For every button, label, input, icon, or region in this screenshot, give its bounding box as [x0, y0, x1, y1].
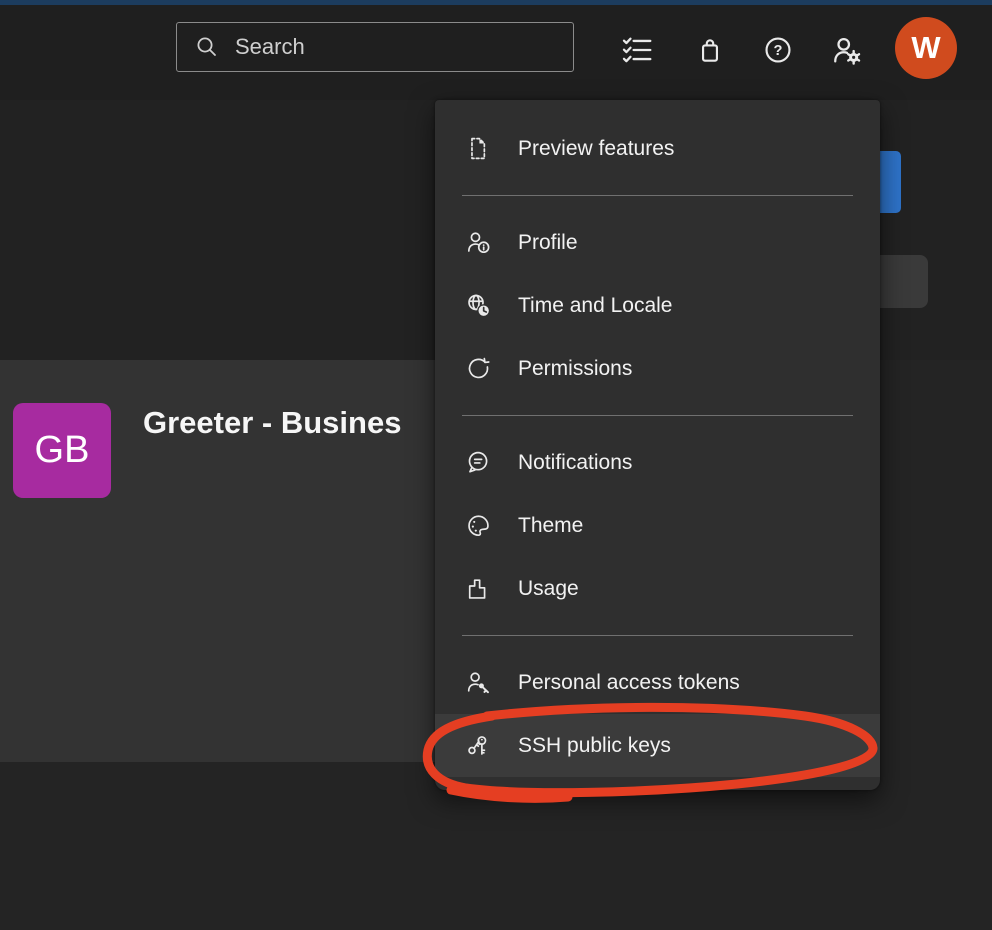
menu-separator: [462, 415, 853, 416]
time-locale-icon: [465, 292, 492, 319]
user-settings-menu: Preview features Profile Time and: [435, 100, 880, 790]
user-settings-icon: [829, 33, 863, 67]
menu-item-theme[interactable]: Theme: [435, 494, 880, 557]
help-button[interactable]: ?: [756, 28, 800, 72]
menu-item-personal-access-tokens[interactable]: Personal access tokens: [435, 651, 880, 714]
svg-text:?: ?: [774, 43, 783, 59]
menu-item-permissions[interactable]: Permissions: [435, 337, 880, 400]
app-window: GB Greeter - Busines ?: [0, 0, 992, 930]
notifications-icon: [465, 449, 492, 476]
menu-item-label: Personal access tokens: [518, 671, 740, 695]
tasklist-button[interactable]: [615, 28, 659, 72]
menu-item-label: SSH public keys: [518, 734, 671, 758]
ssh-public-keys-icon: [465, 732, 492, 759]
marketplace-button[interactable]: [688, 28, 732, 72]
menu-item-ssh-public-keys[interactable]: SSH public keys: [435, 714, 880, 777]
menu-item-label: Time and Locale: [518, 294, 672, 318]
window-accent-strip: [0, 0, 992, 5]
menu-item-label: Notifications: [518, 451, 632, 475]
tasklist-icon: [618, 33, 656, 67]
menu-separator: [462, 635, 853, 636]
menu-item-usage[interactable]: Usage: [435, 557, 880, 620]
menu-item-label: Usage: [518, 577, 579, 601]
menu-item-label: Theme: [518, 514, 583, 538]
menu-item-profile[interactable]: Profile: [435, 211, 880, 274]
search-input[interactable]: [233, 33, 537, 61]
project-title: Greeter - Busines: [143, 405, 435, 445]
usage-icon: [465, 575, 492, 602]
permissions-icon: [465, 355, 492, 382]
menu-item-label: Preview features: [518, 137, 674, 161]
marketplace-bag-icon: [694, 33, 726, 67]
user-settings-button[interactable]: [824, 28, 868, 72]
profile-icon: [465, 229, 492, 256]
project-avatar-tile: GB: [13, 403, 111, 498]
help-icon: ?: [762, 34, 794, 66]
menu-item-label: Profile: [518, 231, 578, 255]
menu-item-label: Permissions: [518, 357, 632, 381]
theme-icon: [465, 512, 492, 539]
preview-features-icon: [465, 135, 492, 162]
search-box[interactable]: [176, 22, 574, 72]
menu-separator: [462, 195, 853, 196]
personal-access-tokens-icon: [465, 669, 492, 696]
menu-item-time-and-locale[interactable]: Time and Locale: [435, 274, 880, 337]
menu-item-preview-features[interactable]: Preview features: [435, 117, 880, 180]
user-avatar[interactable]: W: [895, 17, 957, 79]
search-icon: [195, 35, 219, 59]
menu-item-notifications[interactable]: Notifications: [435, 431, 880, 494]
